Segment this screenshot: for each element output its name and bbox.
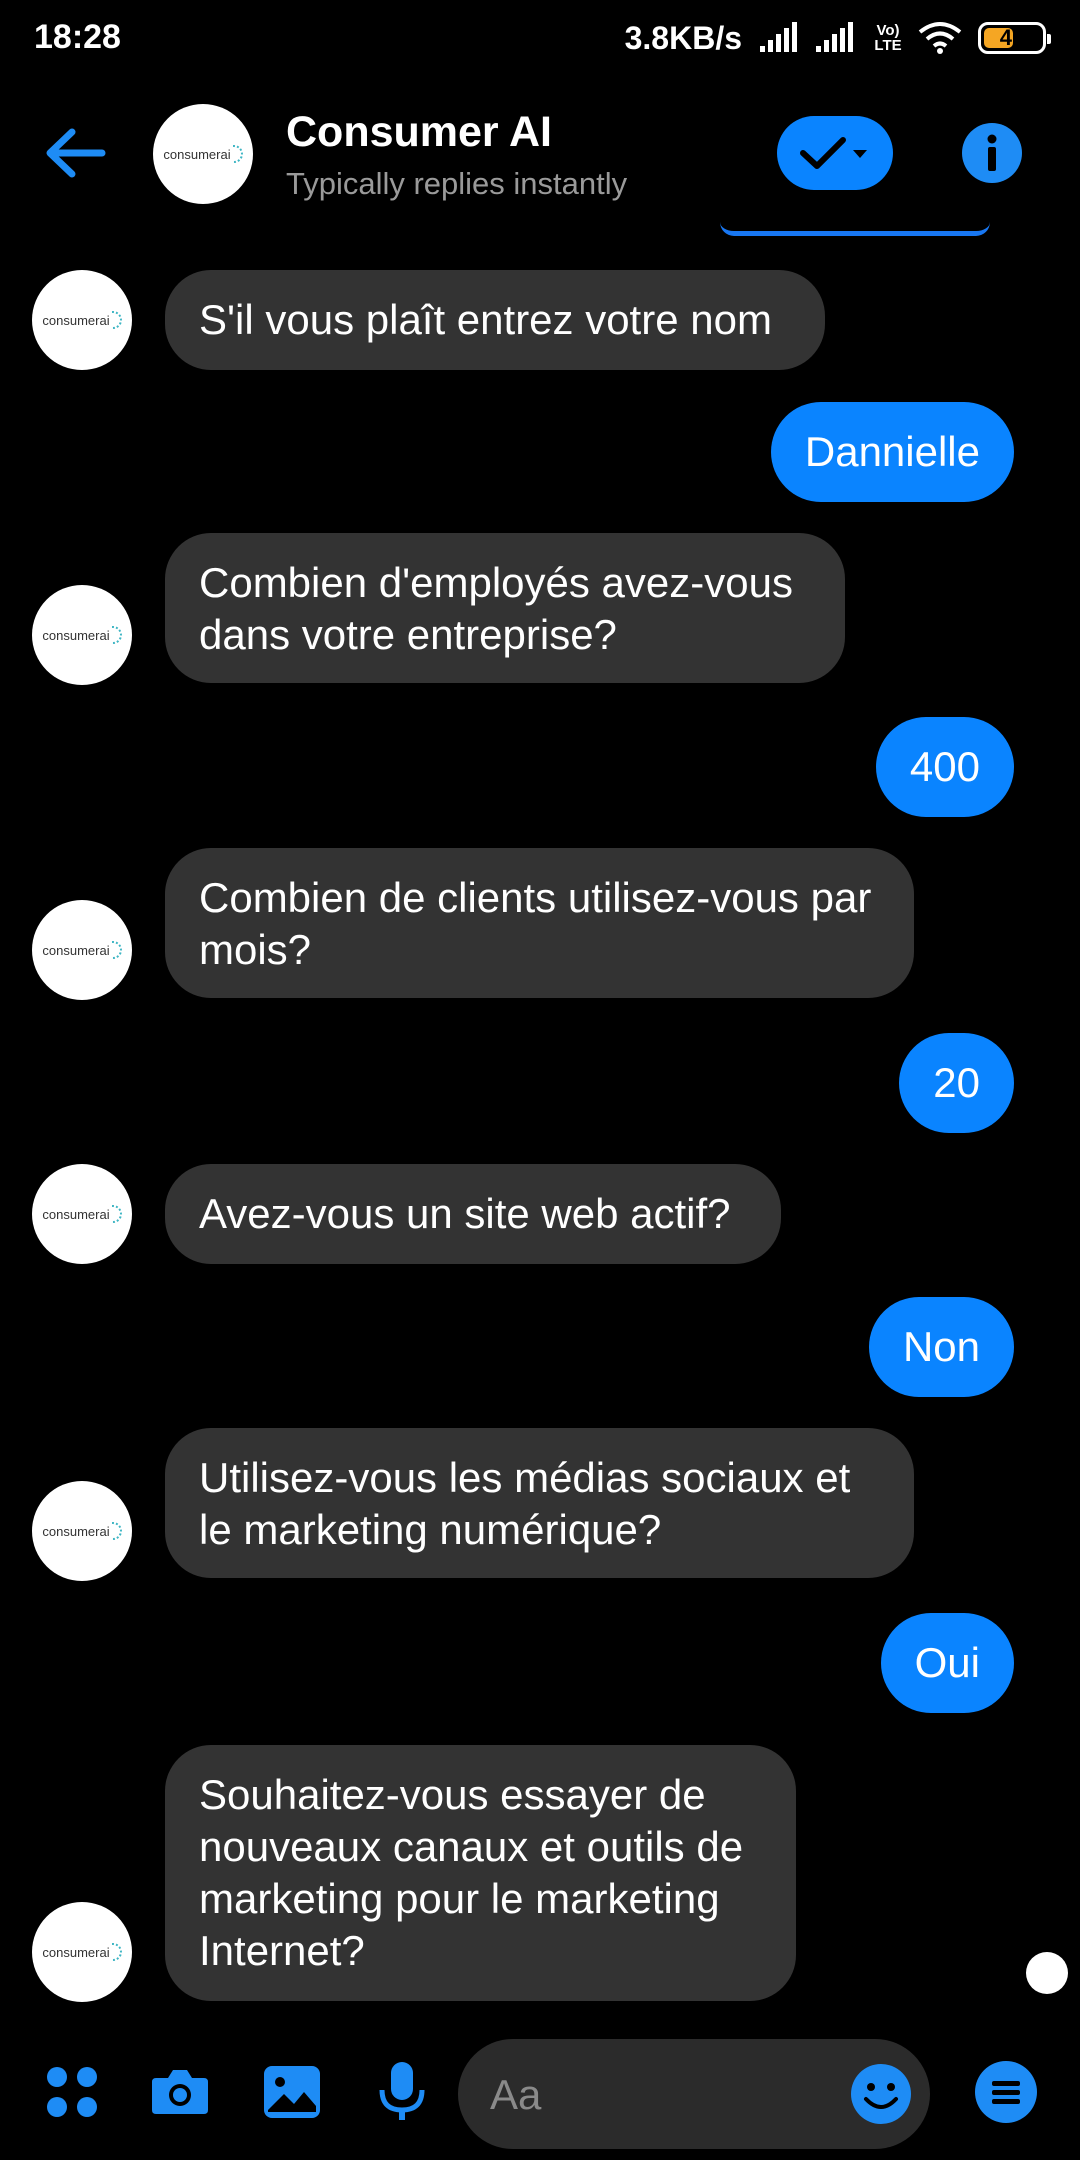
- previous-message-edge: [720, 222, 990, 236]
- volte-label: Vo): [876, 22, 900, 39]
- message-bubble-bot[interactable]: Utilisez-vous les médias sociaux et le m…: [165, 1428, 914, 1578]
- contact-name[interactable]: Consumer AI: [286, 108, 552, 157]
- message-bubble-user[interactable]: Oui: [880, 1613, 1014, 1713]
- apps-icon[interactable]: [40, 2060, 104, 2124]
- message-bubble-bot[interactable]: Avez-vous un site web actif?: [165, 1164, 781, 1264]
- contact-status: Typically replies instantly: [286, 166, 628, 201]
- message-bubble-bot[interactable]: S'il vous plaît entrez votre nom: [165, 270, 825, 370]
- message-input[interactable]: Aa: [458, 2039, 930, 2149]
- message-bubble-user[interactable]: Dannielle: [770, 402, 1014, 502]
- mark-done-button[interactable]: [777, 116, 893, 190]
- message-input-placeholder: Aa: [490, 2071, 542, 2118]
- bot-avatar[interactable]: consumerai: [32, 270, 132, 370]
- emoji-icon[interactable]: [850, 2063, 912, 2125]
- composer-bar: Aa: [0, 2030, 1080, 2160]
- logo-text: consumerai: [163, 146, 231, 162]
- status-bar: 18:28 3.8KB/s Vo) LTE 47: [0, 0, 1080, 78]
- camera-icon[interactable]: [148, 2060, 212, 2124]
- menu-icon[interactable]: [974, 2060, 1038, 2124]
- message-bubble-bot[interactable]: Combien de clients utilisez-vous par moi…: [165, 848, 914, 998]
- contact-avatar[interactable]: consumerai: [153, 104, 253, 204]
- chat-header: consumerai Consumer AI Typically replies…: [0, 78, 1080, 228]
- bot-avatar[interactable]: consumerai: [32, 1481, 132, 1581]
- message-bubble-user[interactable]: 20: [899, 1033, 1014, 1133]
- bot-avatar[interactable]: consumerai: [32, 1164, 132, 1264]
- battery-level: 47: [999, 25, 1025, 50]
- message-bubble-user[interactable]: Non: [868, 1297, 1014, 1397]
- bot-avatar[interactable]: consumerai: [32, 900, 132, 1000]
- message-bubble-user[interactable]: 400: [875, 717, 1014, 817]
- gallery-icon[interactable]: [260, 2060, 324, 2124]
- bot-avatar[interactable]: consumerai: [32, 585, 132, 685]
- volte-icon: Vo) LTE: [870, 23, 906, 53]
- back-arrow-icon[interactable]: [40, 118, 110, 188]
- status-icons: 3.8KB/s Vo) LTE 47: [624, 16, 1051, 60]
- message-bubble-bot[interactable]: Souhaitez-vous essayer de nouveaux canau…: [165, 1745, 796, 2001]
- message-bubble-bot[interactable]: Combien d'employés avez-vous dans votre …: [165, 533, 845, 683]
- microphone-icon[interactable]: [370, 2060, 434, 2124]
- checkmark-icon: [800, 137, 867, 169]
- bot-avatar[interactable]: consumerai: [32, 1902, 132, 2002]
- network-speed: 3.8KB/s: [624, 19, 742, 56]
- signal-icon-2: [816, 22, 853, 52]
- info-icon[interactable]: [961, 122, 1023, 184]
- wifi-icon: [918, 22, 962, 54]
- lte-label: LTE: [874, 37, 902, 54]
- status-time: 18:28: [34, 18, 121, 56]
- battery-indicator: 47: [978, 22, 1051, 54]
- signal-icon: [760, 22, 797, 52]
- read-receipt-avatar: [1026, 1952, 1068, 1994]
